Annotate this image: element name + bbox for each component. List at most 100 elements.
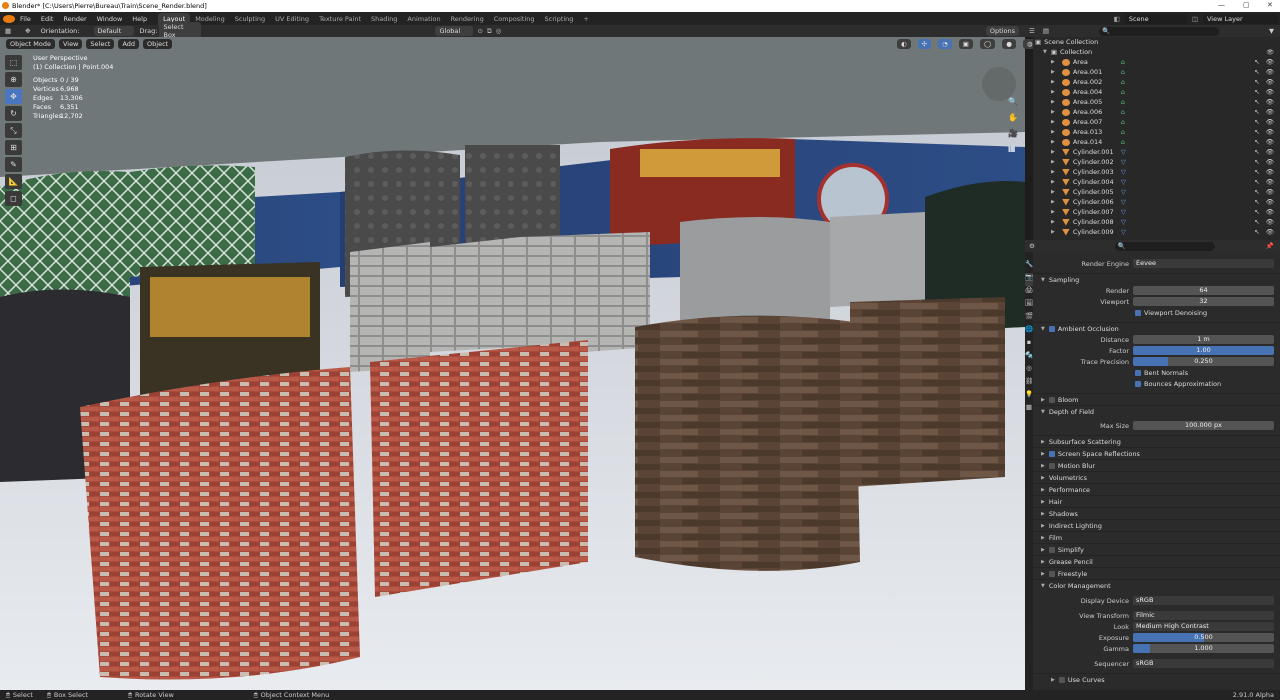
outliner-item[interactable]: ▶ Cylinder.009 ▽ ↖ 👁 [1033,227,1280,237]
expand-arrow-icon[interactable]: ▶ [1051,229,1055,235]
outliner-item[interactable]: ▶ Area.002 ⌂ ↖ 👁 [1033,77,1280,87]
menu-render[interactable]: Render [58,15,91,23]
selectable-arrow-icon[interactable]: ↖ [1254,228,1259,236]
selectable-arrow-icon[interactable]: ↖ [1254,158,1259,166]
expand-arrow-icon[interactable]: ▼ [1043,49,1047,55]
ao-trace-slider[interactable]: 0.250 [1133,357,1274,366]
workspace-tab-compositing[interactable]: Compositing [489,13,540,25]
motion-blur-checkbox[interactable] [1048,462,1055,469]
add-workspace-icon[interactable]: + [578,13,593,25]
outliner-item[interactable]: ▶ Area.004 ⌂ ↖ 👁 [1033,87,1280,97]
visibility-eye-icon[interactable]: 👁 [1266,58,1274,66]
viewport-menu-add[interactable]: Add [118,39,140,49]
render-samples-field[interactable]: 64 [1133,286,1274,295]
selectable-arrow-icon[interactable]: ↖ [1254,218,1259,226]
visibility-eye-icon[interactable]: 👁 [1266,49,1274,56]
selectable-arrow-icon[interactable]: ↖ [1254,58,1259,66]
outliner-item[interactable]: ▶ Area.006 ⌂ ↖ 👁 [1033,107,1280,117]
pivot-icon[interactable]: ⊙ [477,27,482,35]
selectable-arrow-icon[interactable]: ↖ [1254,98,1259,106]
performance-panel[interactable]: ▶ Performance [1033,483,1280,495]
solid-shading-icon[interactable]: ● [1002,39,1016,49]
filter-icon[interactable]: ▼ [1269,27,1274,35]
outliner-item[interactable]: ▶ Cylinder.006 ▽ ↖ 👁 [1033,197,1280,207]
freestyle-checkbox[interactable] [1048,570,1055,577]
viewport-menu-view[interactable]: View [58,39,83,49]
workspace-tab-uv-editing[interactable]: UV Editing [270,13,314,25]
expand-arrow-icon[interactable]: ▶ [1051,199,1055,205]
navigation-gizmo[interactable] [982,67,1016,101]
menu-window[interactable]: Window [92,15,128,23]
visibility-eye-icon[interactable]: 👁 [1266,118,1274,126]
visibility-eye-icon[interactable]: 👁 [1266,208,1274,216]
world-tab-icon[interactable]: 🌐 [1025,325,1033,338]
outliner-item[interactable]: ▶ Cylinder.007 ▽ ↖ 👁 [1033,207,1280,217]
menu-help[interactable]: Help [127,15,152,23]
use-curves-checkbox[interactable] [1058,676,1065,683]
expand-arrow-icon[interactable]: ▶ [1051,109,1055,115]
visibility-eye-icon[interactable]: 👁 [1266,148,1274,156]
measure-tool-icon[interactable]: 📐 [5,174,22,189]
camera-view-icon[interactable]: 🎥 [1008,129,1018,138]
visibility-eye-icon[interactable]: 👁 [1266,158,1274,166]
outliner-display-mode-icon[interactable]: ▤ [1043,27,1049,35]
properties-editor-icon[interactable]: ⚙ [1029,242,1035,250]
selectable-arrow-icon[interactable]: ↖ [1254,78,1259,86]
motion-blur-panel[interactable]: ▶ Motion Blur [1033,459,1280,471]
workspace-tab-texture-paint[interactable]: Texture Paint [314,13,366,25]
workspace-tab-sculpting[interactable]: Sculpting [230,13,270,25]
workspace-tab-animation[interactable]: Animation [402,13,445,25]
proportional-edit-icon[interactable]: ◎ [496,27,502,35]
ambient-occlusion-panel[interactable]: ▼ Ambient Occlusion [1033,322,1280,334]
workspace-tab-scripting[interactable]: Scripting [540,13,579,25]
outliner-item[interactable]: ▶ Cylinder.005 ▽ ↖ 👁 [1033,187,1280,197]
display-device-dropdown[interactable]: sRGB [1133,596,1274,605]
ao-distance-field[interactable]: 1 m [1133,335,1274,344]
bounces-checkbox[interactable]: Bounces Approximation [1033,378,1280,389]
selectable-arrow-icon[interactable]: ↖ [1254,178,1259,186]
transform-tool-icon[interactable]: ⊞ [5,140,22,155]
visibility-icon[interactable]: ◐ [897,39,911,49]
options-dropdown[interactable]: Options [985,26,1019,36]
add-cube-tool-icon[interactable]: ◻ [5,191,22,206]
view-transform-dropdown[interactable]: Filmic [1133,611,1274,620]
scene-selector[interactable]: Scene [1124,13,1187,24]
view-layer-selector[interactable]: View Layer [1203,13,1278,24]
ao-enable-checkbox[interactable] [1048,325,1055,332]
overlay-icon[interactable]: ◔ [938,39,952,49]
sampling-panel[interactable]: ▼ Sampling [1033,273,1280,285]
selectable-arrow-icon[interactable]: ↖ [1254,128,1259,136]
expand-arrow-icon[interactable]: ▶ [1051,59,1055,65]
bent-normals-checkbox[interactable]: Bent Normals [1033,367,1280,378]
snap-icon[interactable]: ⧉ [487,27,492,36]
simplify-checkbox[interactable] [1048,546,1055,553]
outliner-item[interactable]: ▶ Area ⌂ ↖ 👁 [1033,57,1280,67]
expand-arrow-icon[interactable]: ▶ [1051,209,1055,215]
expand-arrow-icon[interactable]: ▶ [1051,99,1055,105]
use-curves-panel[interactable]: ▶ Use Curves [1033,673,1280,685]
expand-arrow-icon[interactable]: ▶ [1051,139,1055,145]
visibility-eye-icon[interactable]: 👁 [1266,138,1274,146]
blender-menu-icon[interactable] [3,14,15,23]
3d-viewport[interactable]: 🔍 ✋ 🎥 ▦ [0,37,1025,690]
outliner-item[interactable]: ▶ Area.001 ⌂ ↖ 👁 [1033,67,1280,77]
visibility-eye-icon[interactable]: 👁 [1266,98,1274,106]
visibility-eye-icon[interactable]: 👁 [1266,78,1274,86]
viewport-menu-select[interactable]: Select [86,39,115,49]
wireframe-shading-icon[interactable]: ◯ [979,39,996,49]
visibility-eye-icon[interactable]: 👁 [1266,198,1274,206]
visibility-eye-icon[interactable]: 👁 [1266,128,1274,136]
exposure-slider[interactable]: 0.500 [1133,633,1274,642]
move-tool-icon[interactable]: ✥ [25,27,30,35]
scene-tab-icon[interactable]: 🎬 [1025,312,1033,325]
view-layer-tab-icon[interactable]: 🖼 [1025,299,1033,312]
viewport-menu-object[interactable]: Object [143,39,173,49]
sss-panel[interactable]: ▶ Subsurface Scattering [1033,435,1280,447]
expand-arrow-icon[interactable]: ▶ [1051,119,1055,125]
select-tool-icon[interactable]: ⬚ [5,55,22,70]
ssr-checkbox[interactable] [1048,450,1055,457]
visibility-eye-icon[interactable]: 👁 [1266,228,1274,236]
visibility-eye-icon[interactable]: 👁 [1266,88,1274,96]
outliner-search[interactable]: 🔍 [1098,26,1219,36]
visibility-eye-icon[interactable]: 👁 [1266,178,1274,186]
